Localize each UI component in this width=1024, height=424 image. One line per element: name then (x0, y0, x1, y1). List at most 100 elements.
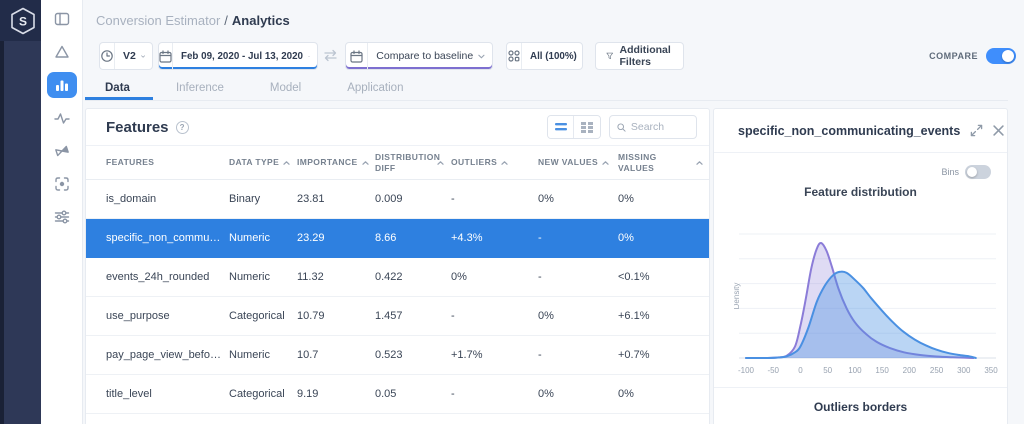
tab-inference[interactable]: Inference (153, 76, 247, 100)
cell-importance: 23.81 (297, 193, 325, 205)
version-select[interactable]: V2 (99, 42, 153, 70)
cell-missing_values: <0.1% (618, 271, 650, 283)
cell-new_values: - (538, 232, 542, 244)
cell-data_type: Numeric (229, 232, 270, 244)
toggle-knob (967, 167, 977, 177)
sidebar-item-activity[interactable] (41, 101, 83, 134)
additional-filters-button[interactable]: Additional Filters (595, 42, 684, 70)
column-header-importance[interactable]: IMPORTANCE (297, 157, 375, 167)
table-row[interactable]: is_domain Binary 23.81 0.009 - 0% 0% (86, 180, 709, 219)
layout-panel-icon (54, 12, 69, 25)
compare-toggle-label: COMPARE (929, 51, 978, 61)
svg-text:150: 150 (875, 366, 889, 375)
x-axis-ticks: -100 -50 0 50 100 150 200 250 300 350 (738, 366, 998, 375)
sidebar-item-focus[interactable] (41, 167, 83, 200)
cell-importance: 11.32 (297, 271, 324, 283)
compare-toggle[interactable] (986, 48, 1016, 64)
cell-missing_values: 0% (618, 193, 634, 205)
cell-missing_values: +0.7% (618, 349, 650, 361)
cell-outliers: 0% (451, 271, 467, 283)
cell-importance: 23.29 (297, 232, 325, 244)
features-panel: Features ? FEATURE (85, 108, 710, 424)
cell-feature: is_domain (106, 193, 157, 205)
cell-feature: specific_non_communicating_... (106, 232, 229, 244)
sliders-icon (54, 210, 69, 223)
svg-text:100: 100 (848, 366, 862, 375)
alert-triangle-icon (54, 45, 69, 58)
search-box (609, 115, 697, 139)
tab-model[interactable]: Model (247, 76, 324, 100)
chevron-down-icon (308, 55, 310, 57)
sidebar-item-projects[interactable] (41, 2, 83, 35)
sidebar-item-drift[interactable] (41, 134, 83, 167)
cell-outliers: +4.3% (451, 232, 483, 244)
cell-distribution_diff: 1.457 (375, 310, 403, 322)
drift-bowtie-icon (54, 145, 69, 156)
sort-caret-icon (437, 160, 444, 165)
search-input[interactable] (630, 121, 689, 133)
cell-new_values: 0% (538, 388, 554, 400)
tab-data[interactable]: Data (85, 76, 153, 100)
calendar-icon (159, 43, 173, 69)
expand-button[interactable] (970, 124, 983, 137)
column-header-outliers[interactable]: OUTLIERS (451, 157, 538, 167)
sidebar-item-analytics[interactable] (41, 68, 83, 101)
column-header-distribution-diff[interactable]: DISTRIBUTION DIFF (375, 152, 451, 173)
grid-view-icon (581, 121, 593, 133)
cell-data_type: Binary (229, 193, 261, 205)
cell-feature: pay_page_view_before_su (106, 349, 229, 361)
sort-caret-icon (696, 160, 703, 165)
date-range-select[interactable]: Feb 09, 2020 - Jul 13, 2020 (158, 42, 318, 70)
superwise-logo-icon: S (10, 7, 35, 34)
table-row[interactable]: title_level Categorical 9.19 0.05 - 0% 0% (86, 375, 709, 414)
features-table-header: FEATURES DATA TYPE IMPORTANCE DISTRIBUTI… (86, 146, 709, 180)
svg-text:300: 300 (957, 366, 971, 375)
column-header-new-values[interactable]: NEW VALUES (538, 157, 618, 167)
grid-view-button[interactable] (574, 116, 600, 138)
cell-data_type: Categorical (229, 388, 285, 400)
list-view-icon (554, 123, 567, 131)
column-header-data-type[interactable]: DATA TYPE (229, 157, 297, 167)
segment-value: All (100%) (530, 50, 577, 62)
svg-text:250: 250 (930, 366, 944, 375)
app-screen: S Conversion Estimator / Analytics V2 Fe… (0, 0, 1024, 424)
features-title: Features (106, 118, 169, 136)
breadcrumb-parent[interactable]: Conversion Estimator (96, 13, 220, 28)
date-range-value: Feb 09, 2020 - Jul 13, 2020 (181, 50, 303, 62)
tab-application[interactable]: Application (324, 76, 426, 100)
sort-caret-icon (501, 160, 508, 165)
chevron-down-icon (141, 54, 145, 58)
bins-toggle[interactable] (965, 165, 991, 179)
cell-distribution_diff: 8.66 (375, 232, 397, 244)
swap-arrows-icon[interactable] (323, 49, 338, 62)
table-row[interactable]: pay_page_view_before_su Numeric 10.7 0.523 +… (86, 336, 709, 375)
cell-outliers: - (451, 193, 455, 205)
table-row[interactable]: specific_non_communicating_...Numeric 23.… (86, 219, 709, 258)
help-icon[interactable]: ? (175, 120, 189, 134)
detail-panel-header: specific_non_communicating_events (714, 109, 1007, 153)
segments-icon (507, 43, 522, 69)
app-logo[interactable]: S (0, 0, 41, 41)
table-row[interactable]: events_24h_rounded Numeric 11.32 0.422 0% - <0… (86, 258, 709, 297)
chevron-down-icon (478, 54, 485, 59)
sidebar-item-settings[interactable] (41, 200, 83, 233)
column-header-missing-values[interactable]: MISSING VALUES (618, 152, 709, 173)
compare-baseline-select[interactable]: Compare to baseline (345, 42, 493, 70)
cell-outliers: - (451, 310, 455, 322)
feature-detail-panel: specific_non_communicating_events Bins F… (713, 108, 1008, 424)
cell-feature: title_level (106, 388, 152, 400)
cell-feature: use_purpose (106, 310, 170, 322)
svg-text:S: S (18, 14, 26, 28)
segment-select[interactable]: All (100%) (506, 42, 583, 70)
cell-distribution_diff: 0.523 (375, 349, 403, 361)
cell-distribution_diff: 0.009 (375, 193, 403, 205)
cell-distribution_diff: 0.05 (375, 388, 397, 400)
bar-chart-icon (55, 80, 68, 91)
sidebar-item-alerts[interactable] (41, 35, 83, 68)
table-row[interactable]: use_purpose Categorical 10.79 1.457 - 0% +6.1% (86, 297, 709, 336)
cell-new_values: - (538, 271, 542, 283)
cell-data_type: Numeric (229, 271, 270, 283)
activity-pulse-icon (53, 112, 70, 124)
close-button[interactable] (993, 125, 1004, 136)
list-view-button[interactable] (548, 116, 574, 138)
